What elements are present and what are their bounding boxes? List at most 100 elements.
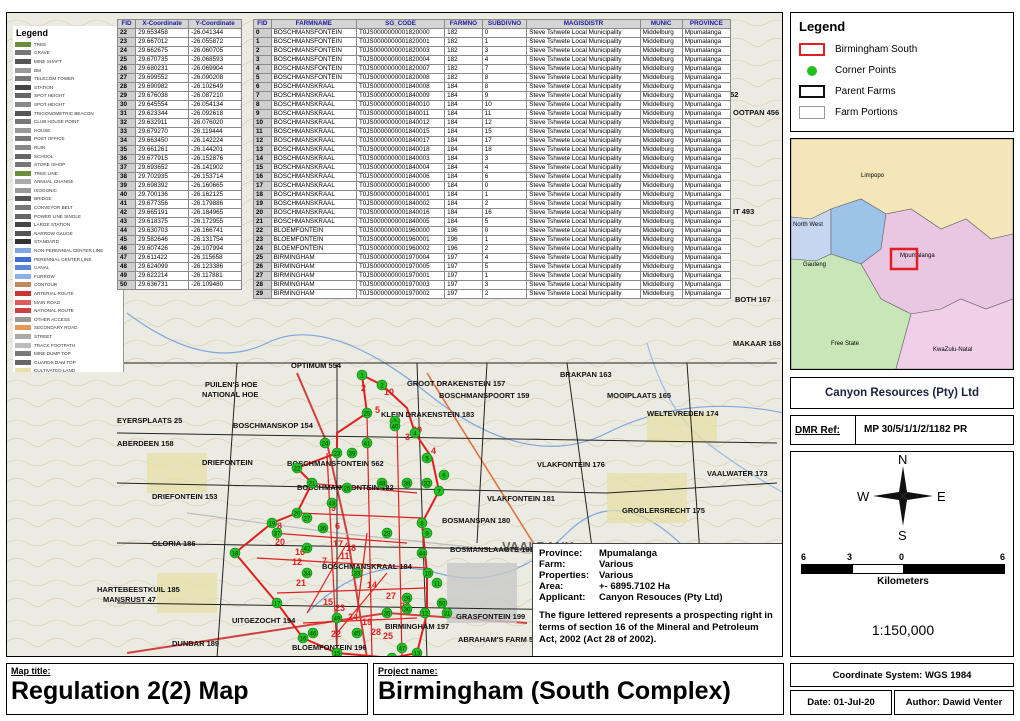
corner-point[interactable]: 36 [317, 522, 329, 534]
table-row[interactable]: 35 29.661261 -26.144201 [116, 145, 242, 155]
corner-point[interactable]: 25 [361, 407, 373, 419]
table-row[interactable]: 29 BIRMINGHAM T0JS0000000001970002 197 2 Stev… [253, 289, 732, 299]
corner-point[interactable]: 38 [401, 477, 413, 489]
table-row[interactable]: 49 29.622214 -26.117881 [116, 271, 242, 281]
corner-point[interactable]: 50 [436, 597, 448, 609]
table-row[interactable]: 31 29.623344 -26.092618 [116, 109, 242, 119]
corner-point[interactable]: 10 [422, 567, 434, 579]
corner-point[interactable]: 19 [266, 517, 278, 529]
corner-point[interactable]: 31 [441, 607, 453, 619]
table-row[interactable]: 23 BLOEMFONTEIN T0JS0000000001960001 196 1 St… [253, 235, 732, 245]
table-row[interactable]: 36 29.677915 -26.152876 [116, 154, 242, 164]
table-row[interactable]: 26 29.680231 -26.069904 [116, 64, 242, 74]
table-row[interactable]: 42 29.665191 -26.184965 [116, 208, 242, 218]
table-row[interactable]: 29 29.676038 -26.087210 [116, 91, 242, 101]
corner-point[interactable]: 24 [319, 437, 331, 449]
corner-point[interactable]: 20 [291, 507, 303, 519]
corner-point[interactable]: 43 [326, 497, 338, 509]
corner-point[interactable]: 27 [301, 512, 313, 524]
corner-point[interactable]: 6 [438, 469, 450, 481]
table-row[interactable]: 33 29.679270 -26.119444 [116, 127, 242, 137]
table-row[interactable]: 25 BIRMINGHAM T0JS0000000001970004 197 4 Stev… [253, 253, 732, 263]
corner-point[interactable]: 5 [421, 452, 433, 464]
corner-point[interactable]: 42 [301, 542, 313, 554]
corner-point[interactable]: 46 [307, 627, 319, 639]
table-row[interactable]: 27 29.699552 -26.090208 [116, 73, 242, 83]
table-row[interactable]: 9 BOSCHMANSKRAAL T0JS0000000001840011 184 11… [253, 109, 732, 119]
table-header[interactable]: SG_CODE [355, 19, 446, 29]
corner-point[interactable]: 48 [376, 477, 388, 489]
corner-point[interactable]: 23 [331, 447, 343, 459]
corner-point[interactable]: 4 [409, 427, 421, 439]
corner-point[interactable]: 1 [356, 369, 368, 381]
table-row[interactable]: 45 29.582646 -26.131754 [116, 235, 242, 245]
corner-point[interactable]: 30 [401, 603, 413, 615]
corner-point[interactable]: 18 [229, 547, 241, 559]
table-header[interactable]: Y-Coordinate [188, 19, 242, 29]
table-header[interactable]: SUBDIVNO [481, 19, 528, 29]
table-row[interactable]: 3 BOSCHMANSFONTEIN T0JS0000000001820004 182… [253, 55, 732, 65]
table-row[interactable]: 41 29.677356 -26.179886 [116, 199, 242, 209]
corner-point[interactable]: 13 [411, 647, 423, 657]
table-row[interactable]: 13 BOSCHMANSKRAAL T0JS0000000001840018 184 1… [253, 145, 732, 155]
corner-point[interactable]: 37 [271, 527, 283, 539]
table-row[interactable]: 14 BOSCHMANSKRAAL T0JS0000000001840003 184 3… [253, 154, 732, 164]
corner-point[interactable]: 26 [341, 482, 353, 494]
corner-point[interactable]: 16 [297, 632, 309, 644]
table-header[interactable]: FARMNO [444, 19, 483, 29]
corner-point[interactable]: 7 [433, 485, 445, 497]
table-row[interactable]: 15 BOSCHMANSKRAAL T0JS0000000001840004 184 4… [253, 163, 732, 173]
table-header[interactable]: FID [116, 19, 137, 29]
table-row[interactable]: 40 29.700136 -26.162125 [116, 190, 242, 200]
table-row[interactable]: 17 BOSCHMANSKRAAL T0JS0000000001840000 184 0… [253, 181, 732, 191]
table-row[interactable]: 28 29.690982 -26.102649 [116, 82, 242, 92]
table-row[interactable]: 32 29.632911 -26.076020 [116, 118, 242, 128]
corner-point[interactable]: 17 [271, 597, 283, 609]
table-row[interactable]: 44 29.630703 -26.166741 [116, 226, 242, 236]
table-row[interactable]: 43 29.618375 -26.172955 [116, 217, 242, 227]
table-row[interactable]: 7 BOSCHMANSKRAAL T0JS0000000001840009 184 9 S… [253, 91, 732, 101]
corner-point[interactable]: 41 [361, 437, 373, 449]
corner-point[interactable]: 34 [301, 567, 313, 579]
table-row[interactable]: 1 BOSCHMANSFONTEIN T0JS0000000001820001 182… [253, 37, 732, 47]
corner-point[interactable]: 2 [376, 379, 388, 391]
table-row[interactable]: 28 BIRMINGHAM T0JS0000000001970003 197 3 Stev… [253, 280, 732, 290]
corner-point[interactable]: 15 [331, 647, 343, 657]
table-row[interactable]: 34 29.663450 -26.142224 [116, 136, 242, 146]
table-row[interactable]: 2 BOSCHMANSFONTEIN T0JS0000000001820003 182… [253, 46, 732, 56]
table-row[interactable]: 16 BOSCHMANSKRAAL T0JS0000000001840006 184 6… [253, 172, 732, 182]
corner-point[interactable]: 44 [416, 547, 428, 559]
corner-point[interactable]: 40 [389, 420, 401, 432]
table-row[interactable]: 10 BOSCHMANSKRAAL T0JS0000000001840012 184 1… [253, 118, 732, 128]
corner-point[interactable]: 45 [351, 627, 363, 639]
corner-point[interactable]: 49 [331, 612, 343, 624]
table-row[interactable]: 37 29.693652 -26.141902 [116, 163, 242, 173]
corner-point[interactable]: 8 [416, 517, 428, 529]
table-row[interactable]: 22 BLOEMFONTEIN T0JS0000000001960000 196 0 St… [253, 226, 732, 236]
table-header[interactable]: FID [253, 19, 272, 29]
corner-point[interactable]: 22 [291, 462, 303, 474]
table-row[interactable]: 39 29.698392 -26.160665 [116, 181, 242, 191]
table-row[interactable]: 23 29.667012 -26.055872 [116, 37, 242, 47]
corner-point[interactable]: 35 [381, 607, 393, 619]
table-row[interactable]: 27 BIRMINGHAM T0JS0000000001970001 197 1 Stev… [253, 271, 732, 281]
table-row[interactable]: 0 BOSCHMANSFONTEIN T0JS0000000001820000 182… [253, 28, 732, 38]
table-row[interactable]: 25 29.670735 -26.068593 [116, 55, 242, 65]
corner-point[interactable]: 21 [306, 477, 318, 489]
table-row[interactable]: 21 BOSCHMANSKRAAL T0JS0000000001840005 184 5… [253, 217, 732, 227]
table-row[interactable]: 11 BOSCHMANSKRAAL T0JS0000000001840015 184 1… [253, 127, 732, 137]
table-row[interactable]: 38 29.702935 -26.153714 [116, 172, 242, 182]
table-row[interactable]: 4 BOSCHMANSFONTEIN T0JS0000000001820007 182… [253, 64, 732, 74]
map-frame[interactable]: 1234567891011121314151617181920212223242… [6, 12, 783, 657]
table-row[interactable]: 6 BOSCHMANSKRAAL T0JS0000000001840008 184 8 S… [253, 82, 732, 92]
table-header[interactable]: MUNIC [639, 19, 683, 29]
table-row[interactable]: 19 BOSCHMANSKRAAL T0JS0000000001840002 184 2… [253, 199, 732, 209]
table-row[interactable]: 18 BOSCHMANSKRAAL T0JS0000000001840001 184 1… [253, 190, 732, 200]
corner-point[interactable]: 47 [396, 642, 408, 654]
table-row[interactable]: 24 29.662675 -26.060705 [116, 46, 242, 56]
table-header[interactable]: FARMNAME [270, 19, 357, 29]
table-header[interactable]: PROVINCE [681, 19, 732, 29]
table-row[interactable]: 20 BOSCHMANSKRAAL T0JS0000000001840016 184 1… [253, 208, 732, 218]
table-row[interactable]: 48 29.624099 -26.123386 [116, 262, 242, 272]
table-row[interactable]: 12 BOSCHMANSKRAAL T0JS0000000001840017 184 1… [253, 136, 732, 146]
